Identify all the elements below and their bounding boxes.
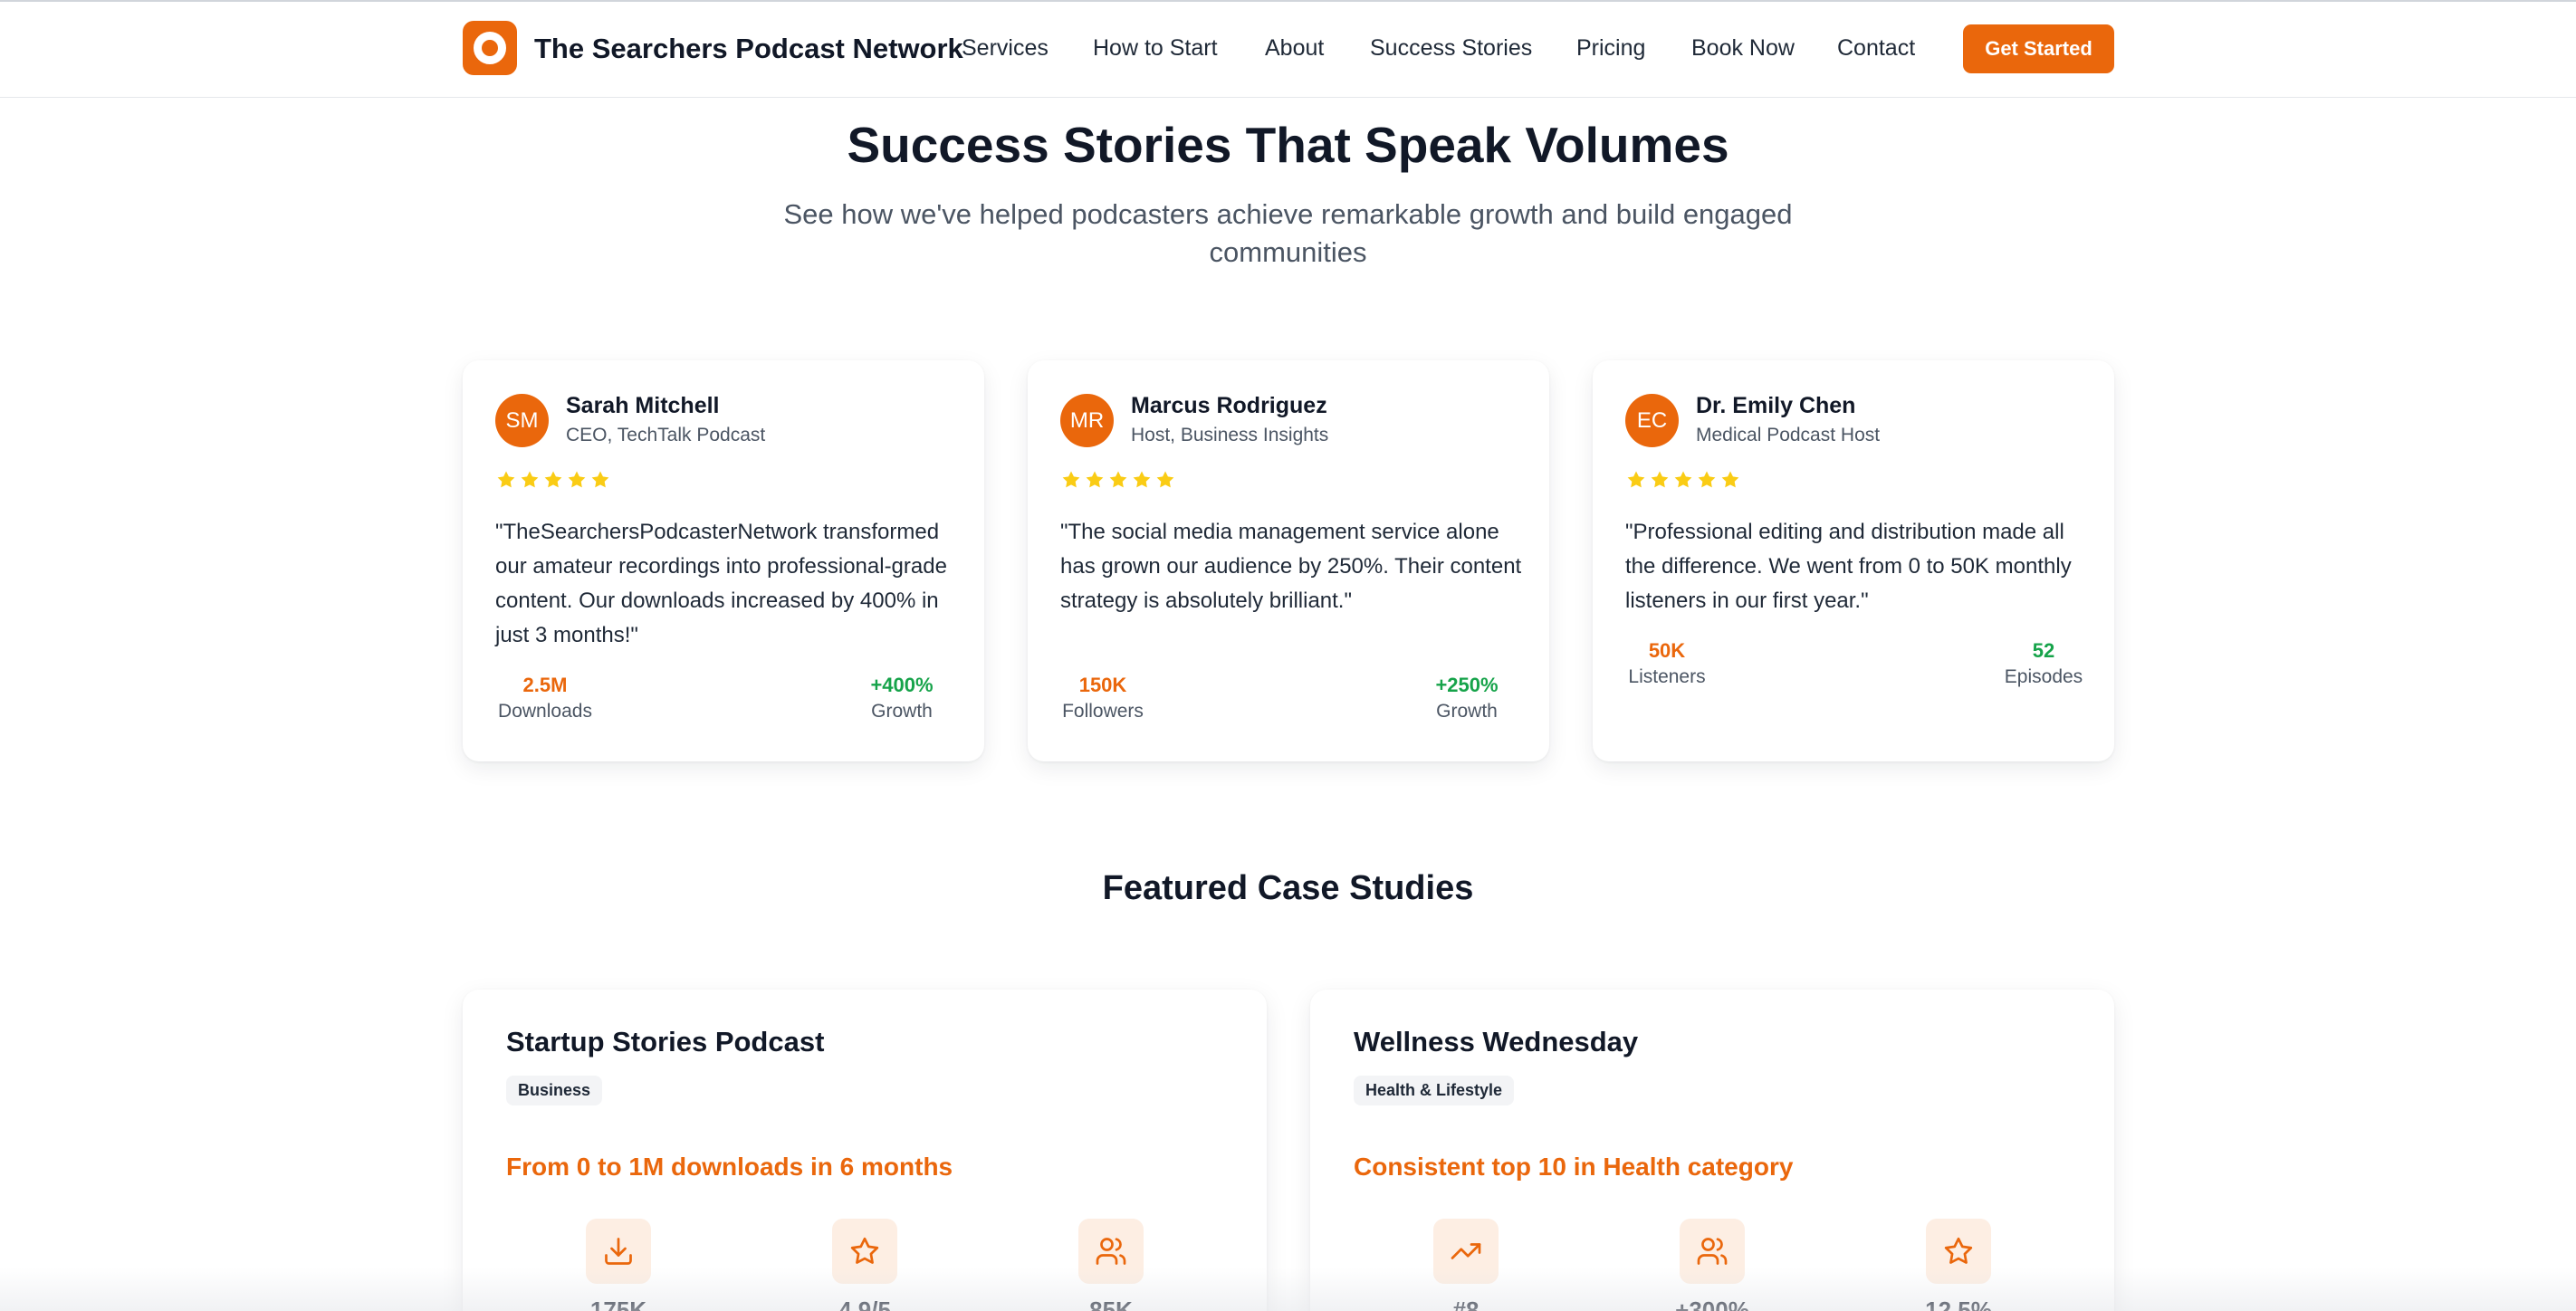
- star-icon: [1649, 469, 1671, 495]
- star-icon: [1154, 469, 1176, 495]
- users-icon: [1078, 1219, 1144, 1284]
- star-icon: [1131, 469, 1153, 495]
- star-rating: [1060, 469, 1176, 495]
- avatar: MR: [1060, 394, 1114, 447]
- star-rating: [1625, 469, 1741, 495]
- testimonial-name: Dr. Emily Chen: [1696, 393, 1856, 418]
- metric-label: Followers: [1062, 701, 1144, 722]
- trending-up-icon: [1433, 1219, 1499, 1284]
- testimonial-card: SM Sarah Mitchell CEO, TechTalk Podcast …: [463, 360, 984, 761]
- metric-value: +400%: [870, 674, 934, 696]
- metric-label: Listeners: [1628, 666, 1706, 687]
- star-icon: [1926, 1219, 1991, 1284]
- star-icon: [566, 469, 588, 495]
- site-header: The Searchers Podcast Network Services H…: [0, 2, 2576, 98]
- star-rating: [495, 469, 611, 495]
- star-icon: [1672, 469, 1694, 495]
- nav-pricing[interactable]: Pricing: [1576, 35, 1645, 62]
- case-study-card: Startup Stories Podcast Business From 0 …: [463, 990, 1267, 1311]
- star-icon: [519, 469, 541, 495]
- metric-downloads: 2.5M Downloads: [495, 673, 595, 725]
- viewport-bottom-fade: [0, 1268, 2576, 1311]
- metric-followers: 150K Followers: [1060, 673, 1145, 725]
- star-icon: [542, 469, 564, 495]
- page-title: Success Stories That Speak Volumes: [847, 117, 1729, 173]
- metric-label: Episodes: [2004, 666, 2083, 687]
- nav-how-to-start[interactable]: How to Start: [1093, 35, 1218, 62]
- star-icon: [1084, 469, 1106, 495]
- category-badge: Health & Lifestyle: [1354, 1076, 1515, 1105]
- metric-episodes: 52 Episodes: [1998, 638, 2089, 691]
- case-stat-value: #8: [1452, 1297, 1480, 1311]
- case-stat-value: 4.9/5: [838, 1297, 891, 1311]
- metric-value: 52: [2032, 639, 2055, 662]
- nav-contact[interactable]: Contact: [1837, 35, 1915, 62]
- testimonial-card: EC Dr. Emily Chen Medical Podcast Host "…: [1593, 360, 2114, 761]
- download-icon: [586, 1219, 651, 1284]
- testimonial-quote: "Professional editing and distribution m…: [1625, 520, 2072, 613]
- brand-name[interactable]: The Searchers Podcast Network: [534, 33, 963, 65]
- metric-listeners: 50K Listeners: [1625, 638, 1709, 691]
- testimonial-name: Sarah Mitchell: [566, 393, 720, 418]
- metric-value: 2.5M: [522, 674, 568, 696]
- metric-value: +250%: [1435, 674, 1499, 696]
- testimonial-card: MR Marcus Rodriguez Host, Business Insig…: [1028, 360, 1549, 761]
- metric-value: 150K: [1078, 674, 1127, 696]
- case-stat-value: +300%: [1675, 1297, 1749, 1311]
- avatar: SM: [495, 394, 549, 447]
- page-subtitle: See how we've helped podcasters achieve …: [783, 198, 1793, 268]
- star-icon: [1107, 469, 1129, 495]
- case-study-headline: From 0 to 1M downloads in 6 months: [506, 1153, 953, 1181]
- avatar: EC: [1625, 394, 1679, 447]
- category-badge: Business: [506, 1076, 603, 1105]
- case-stat-value: 85K: [1089, 1297, 1133, 1311]
- get-started-button[interactable]: Get Started: [1963, 24, 2114, 73]
- testimonial-name: Marcus Rodriguez: [1131, 393, 1327, 418]
- metric-label: Downloads: [498, 701, 592, 722]
- star-icon: [495, 469, 517, 495]
- star-icon: [1696, 469, 1718, 495]
- case-stat-value: 175K: [589, 1297, 647, 1311]
- nav-book-now[interactable]: Book Now: [1691, 35, 1795, 62]
- logo-icon[interactable]: [463, 21, 517, 75]
- case-study-title: Startup Stories Podcast: [506, 1026, 825, 1057]
- users-icon: [1680, 1219, 1745, 1284]
- testimonial-role: CEO, TechTalk Podcast: [566, 425, 766, 445]
- star-icon: [1719, 469, 1741, 495]
- star-icon: [1060, 469, 1082, 495]
- nav-about[interactable]: About: [1265, 35, 1324, 62]
- case-study-title: Wellness Wednesday: [1354, 1026, 1639, 1057]
- testimonial-quote: "The social media management service alo…: [1060, 520, 1522, 613]
- testimonial-role: Medical Podcast Host: [1696, 425, 1881, 445]
- metric-growth: +250% Growth: [1417, 673, 1517, 725]
- testimonial-quote: "TheSearchersPodcasterNetwork transforme…: [495, 520, 947, 647]
- case-study-card: Wellness Wednesday Health & Lifestyle Co…: [1310, 990, 2114, 1311]
- nav-success-stories[interactable]: Success Stories: [1370, 35, 1532, 62]
- metric-value: 50K: [1648, 639, 1686, 662]
- case-studies-title: Featured Case Studies: [1102, 869, 1474, 907]
- metric-label: Growth: [871, 701, 933, 722]
- star-icon: [589, 469, 611, 495]
- case-stat-value: 12.5%: [1925, 1297, 1992, 1311]
- metric-label: Growth: [1436, 701, 1498, 722]
- nav-services[interactable]: Services: [962, 35, 1049, 62]
- case-study-headline: Consistent top 10 in Health category: [1354, 1153, 1794, 1181]
- testimonial-role: Host, Business Insights: [1131, 425, 1329, 445]
- star-icon: [1625, 469, 1647, 495]
- star-icon: [832, 1219, 897, 1284]
- metric-growth: +400% Growth: [852, 673, 952, 725]
